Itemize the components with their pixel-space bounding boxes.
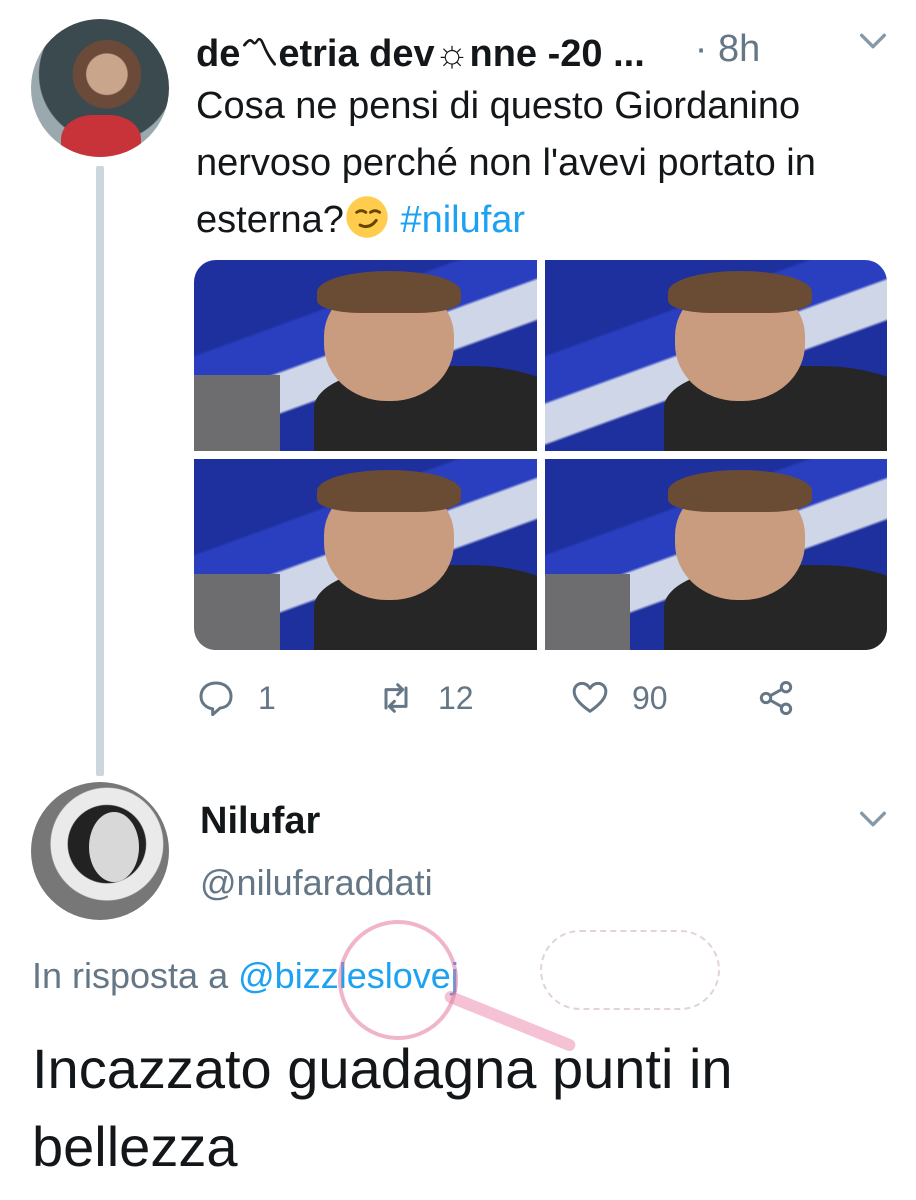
thread-line — [96, 166, 104, 776]
retweet-icon — [384, 683, 408, 713]
reply-count: 1 — [258, 679, 276, 716]
tweet-text: Cosa ne pensi di questo Giordanino nervo… — [196, 78, 896, 249]
chevron-down-icon[interactable] — [856, 802, 890, 836]
share-icon — [759, 681, 793, 715]
retweet-button[interactable]: 12 — [376, 678, 474, 718]
tweet-header: de〽etria dev☼nne -20 ... · 8h — [196, 22, 760, 77]
reply-author-name[interactable]: Nilufar — [200, 800, 320, 843]
tweet-actions: 1 12 90 — [196, 678, 816, 728]
media-photo-1[interactable] — [194, 260, 537, 451]
tweet-time[interactable]: · 8h — [695, 28, 760, 71]
author-name[interactable]: de〽etria dev☼nne -20 ... — [196, 22, 645, 77]
media-photo-2[interactable] — [544, 260, 887, 451]
media-photo-3[interactable] — [194, 459, 537, 650]
reply-author-handle[interactable]: @nilufaraddati — [200, 862, 433, 904]
watermark-logo — [338, 920, 458, 1040]
like-count: 90 — [632, 679, 668, 716]
reply-icon — [199, 681, 233, 717]
reply-text: Incazzato guadagna punti in bellezza — [32, 1037, 733, 1178]
media-grid[interactable] — [194, 260, 887, 650]
share-button[interactable] — [756, 678, 796, 718]
smirk-emoji — [346, 196, 388, 238]
retweet-count: 12 — [438, 679, 474, 716]
watermark-decoration — [540, 930, 720, 1010]
chevron-down-icon[interactable] — [856, 24, 890, 58]
like-button[interactable]: 90 — [570, 678, 668, 718]
media-photo-4[interactable] — [544, 459, 887, 650]
in-reply-prefix: In risposta a — [32, 955, 229, 996]
like-icon — [572, 681, 608, 713]
hashtag-link[interactable]: #nilufar — [400, 199, 525, 241]
reply-author-avatar[interactable] — [31, 782, 169, 920]
author-avatar[interactable] — [31, 19, 169, 157]
reply-button[interactable]: 1 — [196, 678, 276, 718]
